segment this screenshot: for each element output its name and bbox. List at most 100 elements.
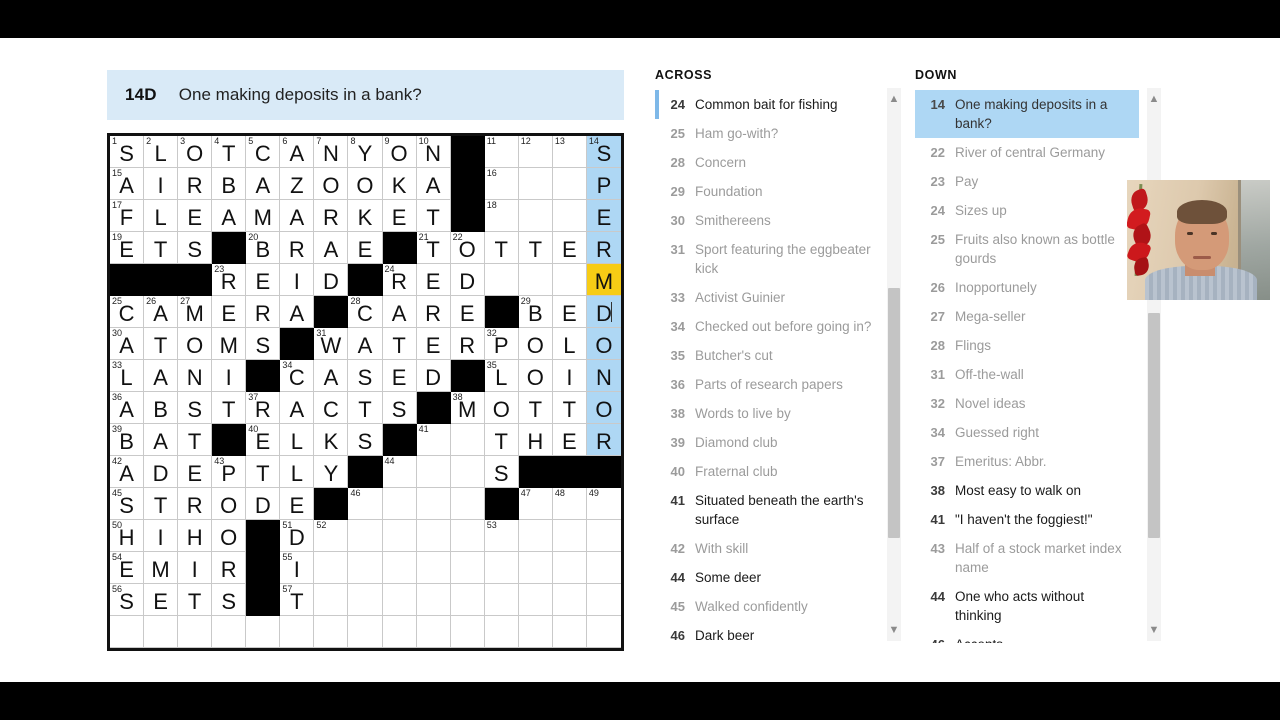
grid-cell[interactable]: E (586, 200, 621, 232)
grid-cell[interactable]: O (484, 392, 519, 424)
grid-cell[interactable]: L (280, 424, 315, 456)
grid-cell[interactable]: L (280, 456, 315, 488)
grid-cell[interactable]: 46 (348, 488, 383, 520)
grid-cell[interactable] (450, 520, 485, 552)
grid-cell[interactable]: 19 E (110, 232, 145, 264)
grid-cell[interactable]: C (314, 392, 349, 424)
grid-cell[interactable]: Z (280, 168, 315, 200)
grid-cell[interactable]: I (212, 360, 247, 392)
grid-cell[interactable]: R (178, 168, 213, 200)
grid-cell[interactable]: T (518, 232, 553, 264)
grid-cell[interactable]: N (586, 360, 621, 392)
across-clue-list[interactable]: 24 Common bait for fishing 25 Ham go-with? 2… (655, 90, 879, 643)
across-scrollbar[interactable]: ▲ ▼ (887, 88, 901, 641)
current-clue-banner[interactable]: 14D One making deposits in a bank? (107, 70, 624, 120)
down-clue-14[interactable]: 14 One making deposits in a bank? (915, 90, 1139, 138)
grid-cell[interactable]: H (518, 424, 553, 456)
grid-cell[interactable] (416, 584, 451, 616)
grid-cell[interactable]: 9O (382, 136, 417, 168)
grid-cell[interactable]: D (416, 360, 451, 392)
down-clue-25[interactable]: 25 Fruits also known as bottle gourds (915, 225, 1139, 273)
grid-cell[interactable]: A (280, 200, 315, 232)
grid-cell[interactable]: 27 M (178, 296, 213, 328)
grid-cell[interactable]: R (212, 552, 247, 584)
grid-cell[interactable]: R (314, 200, 349, 232)
grid-cell[interactable] (450, 584, 485, 616)
grid-cell[interactable]: 47 (518, 488, 553, 520)
grid-cell[interactable] (586, 584, 621, 616)
grid-cell[interactable]: B (144, 392, 179, 424)
grid-cell[interactable]: Y (314, 456, 349, 488)
scroll-up-icon[interactable]: ▲ (1147, 90, 1161, 108)
across-scroll-thumb[interactable] (888, 288, 900, 538)
grid-cell[interactable]: N (178, 360, 213, 392)
grid-cell[interactable]: O (178, 328, 213, 360)
scroll-down-icon[interactable]: ▼ (1147, 621, 1161, 639)
down-clue-28[interactable]: 28 Flings (915, 331, 1139, 360)
grid-cell[interactable]: R (586, 424, 621, 456)
grid-cell[interactable]: E (552, 424, 587, 456)
grid-cell[interactable]: 51 D (280, 520, 315, 552)
grid-cell[interactable]: 45 S (110, 488, 145, 520)
grid-cell[interactable]: A (382, 296, 417, 328)
grid-cell[interactable]: O (348, 168, 383, 200)
grid-cell[interactable] (552, 584, 587, 616)
grid-cell[interactable] (552, 264, 587, 296)
across-clue-41[interactable]: 41 Situated beneath the earth's surface (655, 486, 879, 534)
grid-cell[interactable] (518, 520, 553, 552)
grid-cell[interactable]: D (144, 456, 179, 488)
across-clue-34[interactable]: 34 Checked out before going in? (655, 312, 879, 341)
grid-cell[interactable]: T (484, 424, 519, 456)
grid-cell[interactable] (518, 552, 553, 584)
grid-cell[interactable]: 22 O (450, 232, 485, 264)
grid-cell[interactable]: S (178, 232, 213, 264)
grid-cell[interactable]: O (314, 168, 349, 200)
grid-cell[interactable] (382, 616, 417, 648)
grid-cell[interactable] (450, 552, 485, 584)
down-clue-22[interactable]: 22 River of central Germany (915, 138, 1139, 167)
grid-cell[interactable]: M (212, 328, 247, 360)
grid-cell[interactable]: A (280, 392, 315, 424)
grid-cell[interactable]: 20 B (246, 232, 281, 264)
across-clue-25[interactable]: 25 Ham go-with? (655, 119, 879, 148)
grid-cell[interactable] (348, 584, 383, 616)
scroll-up-icon[interactable]: ▲ (887, 90, 901, 108)
grid-cell[interactable]: A (212, 200, 247, 232)
grid-cell[interactable] (518, 616, 553, 648)
grid-cell[interactable]: L (144, 200, 179, 232)
grid-cell[interactable]: E (382, 200, 417, 232)
grid-cell[interactable]: I (552, 360, 587, 392)
grid-cell[interactable]: 33 L (110, 360, 145, 392)
grid-cell[interactable]: O (212, 488, 247, 520)
grid-cell[interactable] (484, 616, 519, 648)
across-clue-44[interactable]: 44 Some deer (655, 563, 879, 592)
grid-cell[interactable]: 18 (484, 200, 519, 232)
grid-cell[interactable]: 50 H (110, 520, 145, 552)
grid-cell[interactable] (382, 488, 417, 520)
across-clue-35[interactable]: 35 Butcher's cut (655, 341, 879, 370)
grid-cell[interactable]: A (280, 296, 315, 328)
across-clue-28[interactable]: 28 Concern (655, 148, 879, 177)
grid-cell[interactable]: 38 M (450, 392, 485, 424)
grid-cell[interactable] (552, 616, 587, 648)
grid-cell[interactable] (416, 488, 451, 520)
grid-cell[interactable] (484, 552, 519, 584)
grid-cell[interactable]: S (212, 584, 247, 616)
grid-cell[interactable] (110, 616, 145, 648)
grid-cell[interactable] (518, 168, 553, 200)
grid-cell[interactable]: 5C (246, 136, 281, 168)
grid-cell[interactable]: R (178, 488, 213, 520)
across-clue-39[interactable]: 39 Diamond club (655, 428, 879, 457)
grid-cell[interactable] (586, 552, 621, 584)
grid-cell[interactable]: 44 (382, 456, 417, 488)
across-clue-24[interactable]: 24 Common bait for fishing (655, 90, 879, 119)
grid-cell[interactable]: 11 (484, 136, 519, 168)
down-clue-32[interactable]: 32 Novel ideas (915, 389, 1139, 418)
grid-cell[interactable] (450, 616, 485, 648)
down-clue-37[interactable]: 37 Emeritus: Abbr. (915, 447, 1139, 476)
down-clue-list[interactable]: 14 One making deposits in a bank? 22 River … (915, 90, 1139, 643)
grid-cell[interactable] (552, 168, 587, 200)
grid-cell[interactable] (144, 616, 179, 648)
across-clue-46[interactable]: 46 Dark beer (655, 621, 879, 643)
grid-cell[interactable]: S (484, 456, 519, 488)
